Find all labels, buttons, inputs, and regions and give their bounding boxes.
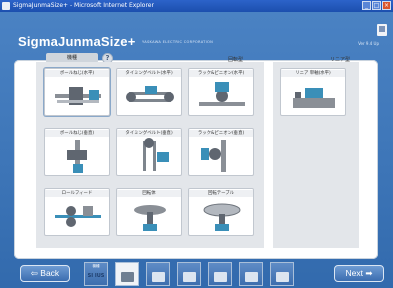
rotating-body-icon [134,205,166,231]
mechanism-card-rotating-body[interactable]: 回転体 [116,188,182,236]
back-button[interactable]: ⇦ Back [20,265,70,282]
tab-model[interactable]: 機種 SI IUS [84,262,108,286]
tab-calculation[interactable] [208,262,232,286]
timingbelt-horizontal-icon [126,86,174,102]
linear-single-axis-icon [293,88,335,108]
table-icon [152,272,165,282]
card-label: タイミングベルト(垂直) [117,130,181,137]
mechanism-card-timingbelt-horizontal[interactable]: タイミングベルト(水平) [116,68,182,116]
mechanism-icon [121,272,134,282]
window-controls: _ □ × [362,1,391,10]
ballscrew-vertical-icon [67,140,87,173]
mechanism-card-rotary-table[interactable]: 回転テーブル [188,188,254,236]
close-icon[interactable]: × [382,1,391,10]
card-label: タイミングベルト(水平) [117,70,181,77]
rackpinion-vertical-icon [201,140,226,172]
card-label: 回転体 [117,190,181,197]
tab-caption: 機種 [92,264,100,268]
card-label: リニア 単軸(水平) [281,70,345,77]
browser-icon [2,2,10,10]
app-title: SigmaJunmaSize+ [18,34,136,49]
card-label: ボールねじ(垂直) [45,130,109,137]
card-label: ロールフィード [45,190,109,197]
version-label: Ver 9.4 Up [358,41,379,46]
tab-specification[interactable] [146,262,170,286]
rotary-table-icon [203,203,241,231]
mechanism-card-timingbelt-vertical[interactable]: タイミングベルト(垂直) [116,128,182,176]
rotary-section-label: 回転型 [228,57,244,63]
next-button[interactable]: Next ➡ [334,265,384,282]
mechanism-card-ballscrew-vertical[interactable]: ボールねじ(垂直) [44,128,110,176]
mechanism-card-roll-feed[interactable]: ロールフィード [44,188,110,236]
tab-operation-pattern[interactable] [177,262,201,286]
document-icon[interactable] [377,24,387,36]
mechanism-card-rackpinion-horizontal[interactable]: ラック&ピニオン(水平) [188,68,254,116]
tab-motor-selection[interactable] [239,262,263,286]
roll-feed-icon [55,206,101,227]
tab-icon-text: SI IUS [87,273,105,279]
motor-select-icon [245,272,258,282]
card-label: 回転テーブル [189,190,253,197]
card-label: ラック&ピニオン(水平) [189,70,253,77]
card-label: ボールねじ(水平) [45,70,109,77]
mechanism-card-ballscrew-horizontal[interactable]: ボールねじ(水平) [44,68,110,116]
rackpinion-horizontal-icon [199,82,245,106]
mechanism-card-linear-single-axis[interactable]: リニア 単軸(水平) [280,68,346,116]
motor-icon [214,272,227,282]
card-label: ラック&ピニオン(垂直) [189,130,253,137]
company-name: YASKAWA ELECTRIC CORPORATION [142,40,214,44]
window-titlebar: SigmaJunmaSize+ - Microsoft Internet Exp… [0,0,393,12]
window-title: SigmaJunmaSize+ - Microsoft Internet Exp… [13,2,154,9]
linear-section-label: リニア型 [330,57,351,63]
minimize-icon[interactable]: _ [362,1,371,10]
tab-result[interactable] [270,262,294,286]
graph-icon [183,272,196,282]
maximize-icon[interactable]: □ [372,1,381,10]
result-icon [276,272,289,282]
timingbelt-vertical-icon [143,138,169,171]
mechanism-card-rackpinion-vertical[interactable]: ラック&ピニオン(垂直) [188,128,254,176]
ballscrew-horizontal-icon [55,87,101,105]
tab-mechanism[interactable] [115,262,139,286]
